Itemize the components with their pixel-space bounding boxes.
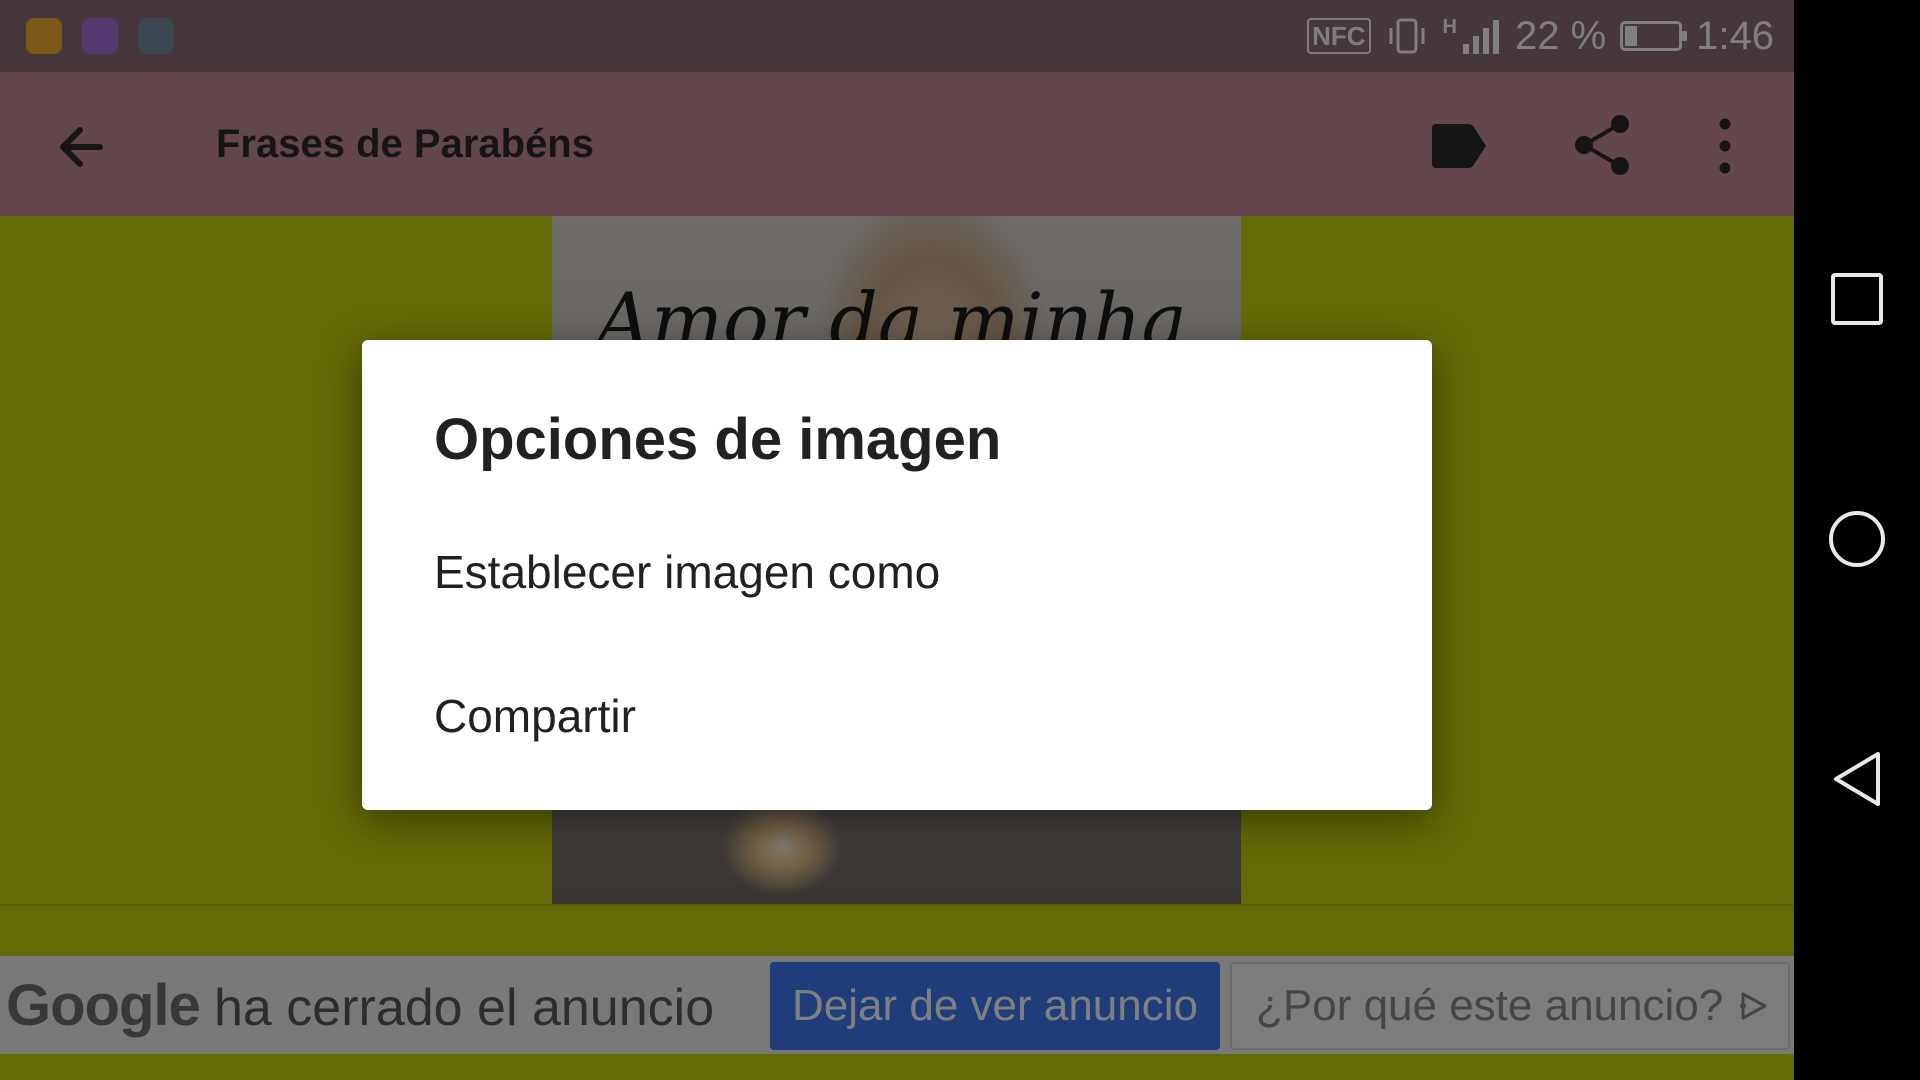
- image-options-dialog: Opciones de imagen Establecer imagen com…: [362, 340, 1432, 810]
- recents-square-icon[interactable]: [1824, 266, 1890, 332]
- back-triangle-icon[interactable]: [1824, 746, 1890, 812]
- navigation-bar: [1794, 0, 1920, 1080]
- dialog-title: Opciones de imagen: [434, 407, 1002, 472]
- app-screen: NFC H 22 % 1:46 Frases de Par: [0, 0, 1794, 1080]
- home-circle-icon[interactable]: [1824, 506, 1890, 572]
- share-option[interactable]: Compartir: [434, 666, 1360, 766]
- set-image-as-option[interactable]: Establecer imagen como: [434, 522, 1360, 622]
